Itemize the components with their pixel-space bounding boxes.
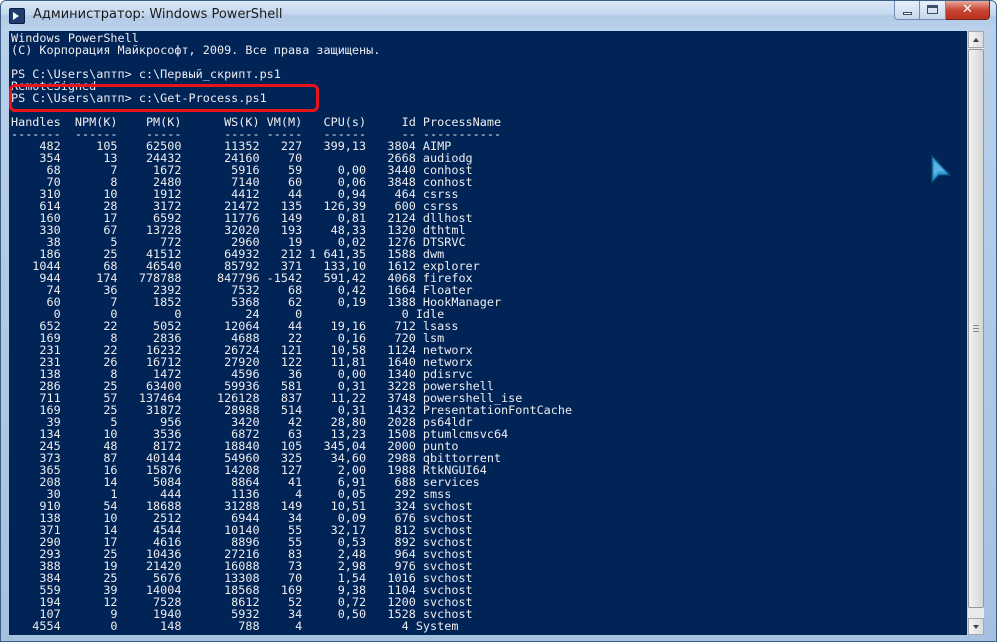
close-icon: ✕	[962, 2, 973, 17]
grip-line	[973, 331, 979, 332]
process-table-body: 482 105 62500 11352 227 399,13 3804 AIMP…	[11, 140, 572, 632]
powershell-window: Администратор: Windows PowerShell ✕ Wind…	[0, 0, 997, 642]
close-button[interactable]: ✕	[946, 1, 990, 20]
console-output: Windows PowerShell (C) Корпорация Майкрос…	[11, 32, 572, 632]
grip-line	[973, 325, 979, 326]
maximize-button[interactable]	[920, 1, 946, 20]
window-title: Администратор: Windows PowerShell	[33, 7, 283, 22]
console-area[interactable]: Windows PowerShell (C) Корпорация Майкрос…	[9, 31, 967, 635]
mouse-cursor-icon	[931, 154, 952, 184]
minimize-button[interactable]	[894, 1, 920, 20]
caption-buttons: ✕	[894, 1, 990, 21]
scroll-down-button[interactable]	[968, 618, 984, 635]
banner-line: (C) Корпорация Майкрософт, 2009. Все пра…	[11, 43, 381, 57]
scroll-thumb[interactable]	[968, 49, 984, 608]
scroll-up-button[interactable]	[968, 31, 984, 48]
grip-line	[973, 328, 979, 329]
vertical-scrollbar[interactable]	[967, 31, 984, 635]
process-row: 4554 0 148 788 4 4 System	[11, 619, 459, 633]
powershell-icon[interactable]	[9, 8, 25, 24]
title-bar[interactable]: Администратор: Windows PowerShell ✕	[1, 1, 996, 31]
prompt-line-highlighted: PS C:\Users\аптп> c:\Get-Process.ps1	[11, 91, 267, 105]
